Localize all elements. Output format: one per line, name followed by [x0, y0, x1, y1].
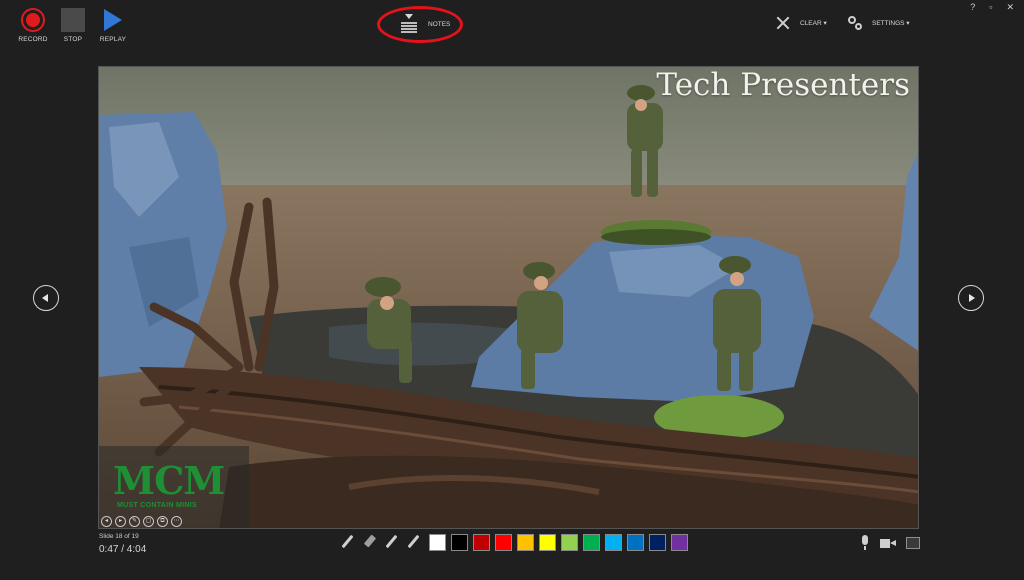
stop-button[interactable]: STOP — [58, 8, 88, 43]
mini-zoom-button[interactable]: ⧉ — [157, 516, 168, 527]
ink-color-swatch[interactable] — [671, 534, 688, 551]
laser-pointer-icon[interactable] — [340, 533, 356, 549]
ink-color-palette — [429, 534, 688, 551]
help-button[interactable]: ? — [970, 2, 975, 13]
slide-mini-controls: ◂ ▸ ✎ ▢ ⧉ ⋯ — [101, 516, 182, 527]
ink-color-swatch[interactable] — [451, 534, 468, 551]
ink-color-swatch[interactable] — [649, 534, 666, 551]
stop-label: STOP — [63, 36, 83, 43]
ink-color-swatch[interactable] — [429, 534, 446, 551]
record-icon — [21, 8, 45, 32]
ink-color-swatch[interactable] — [517, 534, 534, 551]
ink-color-swatch[interactable] — [561, 534, 578, 551]
mini-previous-button[interactable]: ◂ — [101, 516, 112, 527]
next-slide-button[interactable] — [958, 285, 984, 311]
replay-label: REPLAY — [99, 36, 127, 43]
highlighter-icon[interactable] — [406, 533, 422, 549]
notes-icon — [400, 14, 418, 34]
gear-icon — [848, 16, 862, 30]
ink-color-swatch[interactable] — [583, 534, 600, 551]
mini-pen-button[interactable]: ✎ — [129, 516, 140, 527]
eraser-icon[interactable] — [362, 533, 378, 549]
notes-button[interactable]: NOTES — [400, 14, 450, 34]
record-label: RECORD — [18, 36, 48, 43]
watermark-logo: MCM MUST CONTAIN MINIS ◂ ▸ ✎ ▢ ⧉ ⋯ — [99, 446, 249, 528]
mini-more-button[interactable]: ⋯ — [171, 516, 182, 527]
replay-button[interactable]: REPLAY — [98, 8, 128, 43]
ink-color-swatch[interactable] — [495, 534, 512, 551]
media-toggles — [860, 535, 920, 550]
logo-subtext: MUST CONTAIN MINIS — [117, 502, 197, 509]
ink-color-swatch[interactable] — [605, 534, 622, 551]
slide-title: Tech Presenters — [656, 67, 910, 103]
settings-button[interactable]: SETTINGS ▾ — [848, 16, 910, 30]
recording-toolbar: RECORD STOP REPLAY NOTES CLEAR ▾ SETTING… — [0, 0, 1024, 60]
pen-icon[interactable] — [384, 533, 400, 549]
slide-counter: Slide 18 of 19 — [99, 533, 139, 540]
pen-tools — [340, 533, 422, 549]
camera-preview-icon[interactable] — [906, 536, 920, 549]
notes-label: NOTES — [428, 20, 451, 28]
mini-next-button[interactable]: ▸ — [115, 516, 126, 527]
ink-color-swatch[interactable] — [627, 534, 644, 551]
restore-button[interactable]: ▫ — [989, 2, 992, 13]
mini-see-all-button[interactable]: ▢ — [143, 516, 154, 527]
clear-button[interactable]: CLEAR ▾ — [776, 16, 827, 30]
camera-icon[interactable] — [880, 537, 896, 549]
slide-canvas: Tech Presenters MCM MUST CONTAIN MINIS ◂… — [98, 66, 919, 529]
record-button[interactable]: RECORD — [18, 8, 48, 43]
settings-label: SETTINGS ▾ — [872, 20, 910, 27]
stop-icon — [61, 8, 85, 32]
clear-label: CLEAR ▾ — [800, 20, 827, 27]
recording-timer: 0:47 / 4:04 — [99, 544, 147, 555]
replay-icon — [101, 8, 125, 32]
recording-controls: RECORD STOP REPLAY — [18, 8, 128, 43]
close-icon — [776, 16, 790, 30]
logo-text: MCM — [113, 458, 225, 503]
previous-slide-button[interactable] — [33, 285, 59, 311]
window-close-button[interactable]: ✕ — [1006, 2, 1014, 13]
ink-color-swatch[interactable] — [473, 534, 490, 551]
microphone-icon[interactable] — [860, 535, 870, 550]
window-controls: ? ▫ ✕ — [970, 2, 1014, 13]
ink-color-swatch[interactable] — [539, 534, 556, 551]
